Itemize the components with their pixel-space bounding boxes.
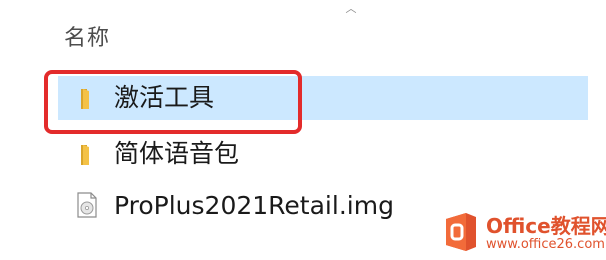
file-name: ProPlus2021Retail.img: [114, 191, 394, 220]
disc-image-icon: [77, 192, 97, 218]
list-item-disc-image[interactable]: ProPlus2021Retail.img: [58, 184, 394, 228]
folder-icon: [81, 145, 89, 165]
list-item-language-pack[interactable]: 简体语音包: [58, 132, 298, 176]
file-name: 简体语音包: [114, 139, 240, 168]
watermark-title: Office教程网: [486, 214, 606, 238]
column-header-name[interactable]: 名称: [64, 20, 110, 52]
watermark: Office教程网 www.office26.com: [436, 207, 606, 260]
office-logo-icon: [446, 213, 476, 251]
sort-chevron-icon: ︿: [345, 2, 357, 15]
highlight-annotation-box: [44, 70, 302, 134]
watermark-url: www.office26.com: [486, 237, 605, 252]
